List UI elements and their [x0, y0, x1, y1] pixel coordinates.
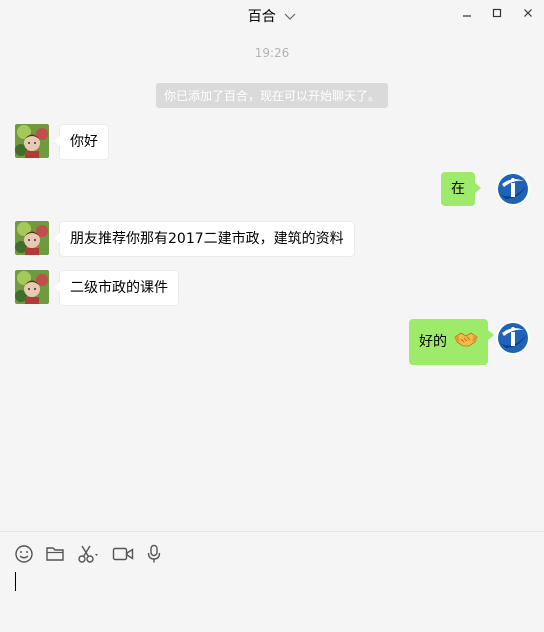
close-icon[interactable]	[518, 4, 538, 22]
title-bar: 百合	[0, 0, 544, 32]
emoji-icon[interactable]	[14, 543, 34, 565]
outgoing-message-bubble[interactable]: 在	[441, 172, 481, 206]
system-message: 你已添加了百合，现在可以开始聊天了。	[156, 83, 388, 108]
contact-avatar[interactable]	[15, 124, 49, 158]
my-avatar[interactable]	[496, 321, 530, 355]
incoming-message-bubble[interactable]: 朋友推荐你那有2017二建市政，建筑的资料	[54, 221, 355, 257]
maximize-icon[interactable]	[487, 4, 507, 22]
incoming-message-bubble[interactable]: 你好	[54, 124, 109, 160]
contact-avatar[interactable]	[15, 221, 49, 255]
handshake-emoji-icon	[454, 330, 478, 354]
scissors-icon[interactable]	[77, 543, 101, 565]
message-text: 好的	[419, 334, 447, 350]
incoming-message-bubble[interactable]: 二级市政的课件	[54, 270, 179, 306]
outgoing-message-bubble[interactable]: 好的	[409, 319, 495, 365]
chevron-down-icon[interactable]	[284, 9, 296, 25]
message-input-caret[interactable]	[15, 572, 16, 591]
contact-name[interactable]: 百合	[248, 9, 276, 25]
message-text: 二级市政的课件	[70, 280, 168, 296]
folder-icon[interactable]	[45, 543, 65, 565]
input-divider	[0, 531, 544, 532]
message-timestamp: 19:26	[254, 46, 290, 60]
my-avatar[interactable]	[496, 172, 530, 206]
message-text: 朋友推荐你那有2017二建市政，建筑的资料	[70, 231, 344, 247]
minimize-icon[interactable]	[457, 4, 477, 22]
microphone-icon[interactable]	[146, 543, 162, 565]
video-call-icon[interactable]	[112, 543, 134, 565]
message-text: 在	[451, 181, 465, 197]
contact-avatar[interactable]	[15, 270, 49, 304]
message-text: 你好	[70, 134, 98, 150]
